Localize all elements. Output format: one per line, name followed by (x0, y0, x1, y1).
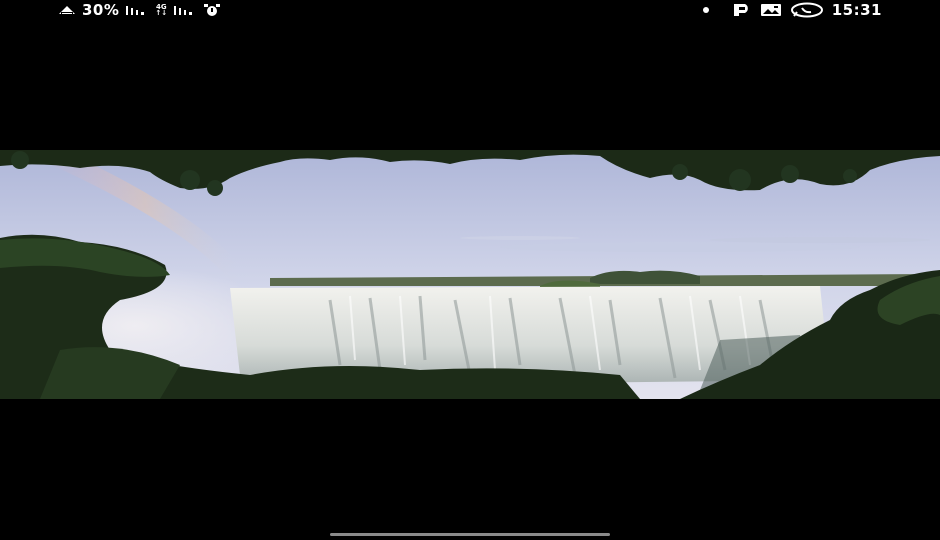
home-indicator[interactable] (330, 533, 610, 536)
whatsapp-icon (790, 2, 824, 18)
network-activity-label: ↑↓ (155, 9, 168, 17)
notification-dot-icon (702, 6, 710, 14)
signal-icon (173, 4, 197, 16)
status-bar-right: 15:31 (702, 1, 882, 19)
status-time: 15:31 (831, 1, 882, 19)
parking-p-icon (732, 3, 752, 17)
status-bar: 30% 4G ↑↓ 15:31 (0, 0, 940, 22)
waterfall-photo[interactable] (0, 150, 940, 399)
battery-percent: 30% (82, 1, 120, 19)
image-icon (760, 3, 782, 17)
alarm-icon (203, 3, 221, 17)
battery-saver-icon (58, 4, 76, 16)
signal-icon (125, 4, 149, 16)
status-bar-left: 30% 4G ↑↓ (58, 1, 221, 19)
photo-canvas (0, 150, 940, 399)
network-type: 4G ↑↓ (155, 4, 168, 17)
